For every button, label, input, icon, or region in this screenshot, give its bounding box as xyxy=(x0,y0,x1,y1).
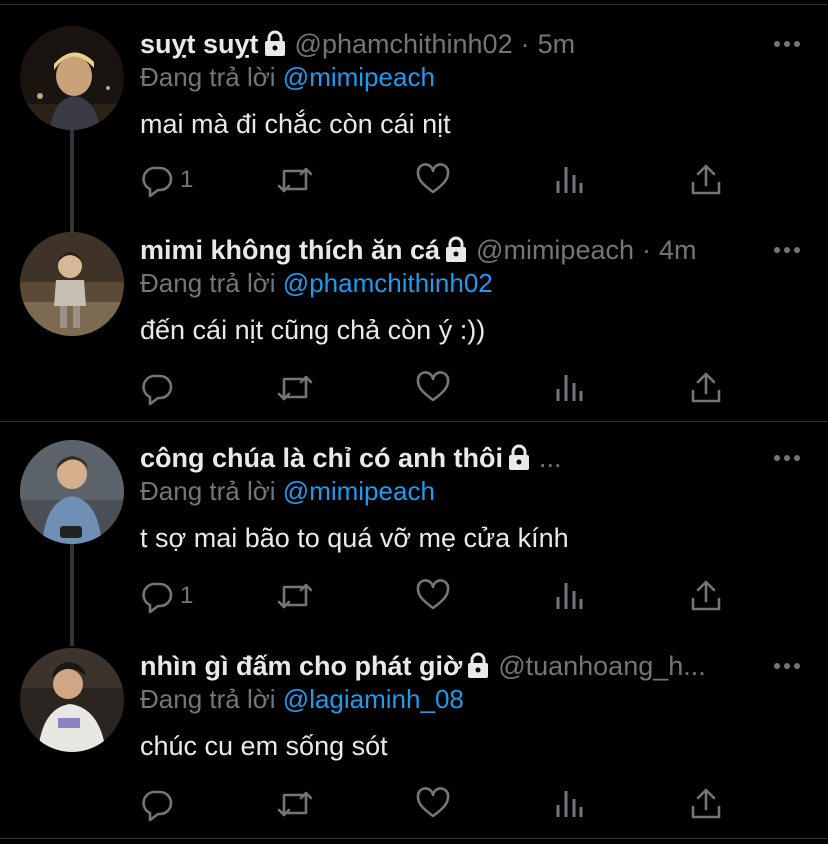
replying-to-label: Đang trả lời xyxy=(140,268,276,298)
tweet-text: đến cái nịt cũng chả còn ý :)) xyxy=(140,315,486,345)
reply-icon xyxy=(140,163,174,197)
action-bar: 1 xyxy=(140,578,740,614)
replying-to-label: Đang trả lời xyxy=(140,684,276,714)
user-handle[interactable]: @phamchithinh02 xyxy=(295,26,513,62)
retweet-icon xyxy=(276,371,314,405)
display-name[interactable]: mimi không thích ăn cá xyxy=(140,232,440,268)
like-button[interactable] xyxy=(416,578,450,614)
display-name[interactable]: suỵt suỵt xyxy=(140,26,259,62)
tweet-text: t sợ mai bão to quá vỡ mẹ cửa kính xyxy=(140,523,569,553)
tweet-header: mimi không thích ăn cá @mimipeach · 4m xyxy=(140,232,697,268)
replying-to: Đang trả lời @lagiaminh_08 xyxy=(140,682,464,716)
tweet-header: suỵt suỵt @phamchithinh02 · 5m xyxy=(140,26,575,62)
user-handle[interactable]: @tuanhoang_h... xyxy=(498,648,706,684)
tweet[interactable]: suỵt suỵt @phamchithinh02 · 5m Đang trả … xyxy=(0,26,828,232)
share-button[interactable] xyxy=(690,162,722,198)
analytics-icon xyxy=(554,787,584,821)
replying-to: Đang trả lời @mimipeach xyxy=(140,60,435,94)
like-button[interactable] xyxy=(416,370,450,406)
tweet-header: nhìn gì đấm cho phát giờ @tuanhoang_h... xyxy=(140,648,706,684)
lock-icon xyxy=(507,444,531,472)
tweet-header: công chúa là chỉ có anh thôi ... xyxy=(140,440,562,476)
share-icon xyxy=(690,787,722,821)
mention-link[interactable]: @phamchithinh02 xyxy=(283,268,493,298)
mention-link[interactable]: @lagiaminh_08 xyxy=(283,684,464,714)
tweet[interactable]: công chúa là chỉ có anh thôi ... Đang tr… xyxy=(0,440,828,646)
share-icon xyxy=(690,163,722,197)
retweet-button[interactable] xyxy=(276,370,314,406)
analytics-icon xyxy=(554,579,584,613)
reply-count: 1 xyxy=(180,166,194,193)
thread-line xyxy=(70,126,74,232)
separator: · xyxy=(520,29,530,59)
lock-icon xyxy=(444,236,468,264)
reply-count: 1 xyxy=(180,582,194,609)
user-handle[interactable]: ... xyxy=(539,440,562,476)
replying-to: Đang trả lời @phamchithinh02 xyxy=(140,266,493,300)
analytics-button[interactable] xyxy=(554,786,584,822)
analytics-icon xyxy=(554,163,584,197)
tweet-text: chúc cu em sống sót xyxy=(140,731,388,761)
mention-link[interactable]: @mimipeach xyxy=(283,476,435,506)
replying-to-label: Đang trả lời xyxy=(140,476,276,506)
top-divider xyxy=(0,4,828,5)
more-options-icon[interactable] xyxy=(772,240,802,260)
replying-to: Đang trả lời @mimipeach xyxy=(140,474,435,508)
share-button[interactable] xyxy=(690,786,722,822)
analytics-button[interactable] xyxy=(554,370,584,406)
reply-button[interactable]: 1 xyxy=(140,162,193,198)
display-name[interactable]: nhìn gì đấm cho phát giờ xyxy=(140,648,462,684)
tweet[interactable]: nhìn gì đấm cho phát giờ @tuanhoang_h...… xyxy=(0,648,828,838)
more-options-icon[interactable] xyxy=(772,34,802,54)
retweet-button[interactable] xyxy=(276,786,314,822)
timestamp[interactable]: 4m xyxy=(659,232,697,268)
retweet-button[interactable] xyxy=(276,578,314,614)
share-icon xyxy=(690,371,722,405)
retweet-icon xyxy=(276,163,314,197)
like-icon xyxy=(416,787,450,821)
retweet-icon xyxy=(276,579,314,613)
lock-icon xyxy=(263,30,287,58)
display-name[interactable]: công chúa là chỉ có anh thôi xyxy=(140,440,503,476)
like-icon xyxy=(416,371,450,405)
reply-icon xyxy=(140,579,174,613)
like-button[interactable] xyxy=(416,786,450,822)
share-button[interactable] xyxy=(690,370,722,406)
reply-button[interactable] xyxy=(140,786,180,822)
user-handle[interactable]: @mimipeach xyxy=(476,232,634,268)
action-bar xyxy=(140,786,740,822)
avatar[interactable] xyxy=(20,648,124,752)
avatar[interactable] xyxy=(20,232,124,336)
separator: · xyxy=(642,235,651,265)
action-bar: 1 xyxy=(140,162,740,198)
like-icon xyxy=(416,163,450,197)
analytics-icon xyxy=(554,371,584,405)
reply-icon xyxy=(140,787,174,821)
tweet-text: mai mà đi chắc còn cái nịt xyxy=(140,109,451,139)
retweet-button[interactable] xyxy=(276,162,314,198)
reply-icon xyxy=(140,371,174,405)
tweet[interactable]: mimi không thích ăn cá @mimipeach · 4m Đ… xyxy=(0,232,828,422)
action-bar xyxy=(140,370,740,406)
lock-icon xyxy=(466,652,490,680)
like-button[interactable] xyxy=(416,162,450,198)
reply-button[interactable]: 1 xyxy=(140,578,193,614)
like-icon xyxy=(416,579,450,613)
thread-divider xyxy=(0,421,828,422)
analytics-button[interactable] xyxy=(554,162,584,198)
mention-link[interactable]: @mimipeach xyxy=(283,62,435,92)
replying-to-label: Đang trả lời xyxy=(140,62,276,92)
more-options-icon[interactable] xyxy=(772,656,802,676)
retweet-icon xyxy=(276,787,314,821)
analytics-button[interactable] xyxy=(554,578,584,614)
reply-button[interactable] xyxy=(140,370,180,406)
avatar[interactable] xyxy=(20,440,124,544)
bottom-divider xyxy=(0,838,828,839)
more-options-icon[interactable] xyxy=(772,448,802,468)
thread-line xyxy=(70,540,74,646)
share-icon xyxy=(690,579,722,613)
avatar[interactable] xyxy=(20,26,124,130)
timestamp[interactable]: 5m xyxy=(538,26,576,62)
share-button[interactable] xyxy=(690,578,722,614)
